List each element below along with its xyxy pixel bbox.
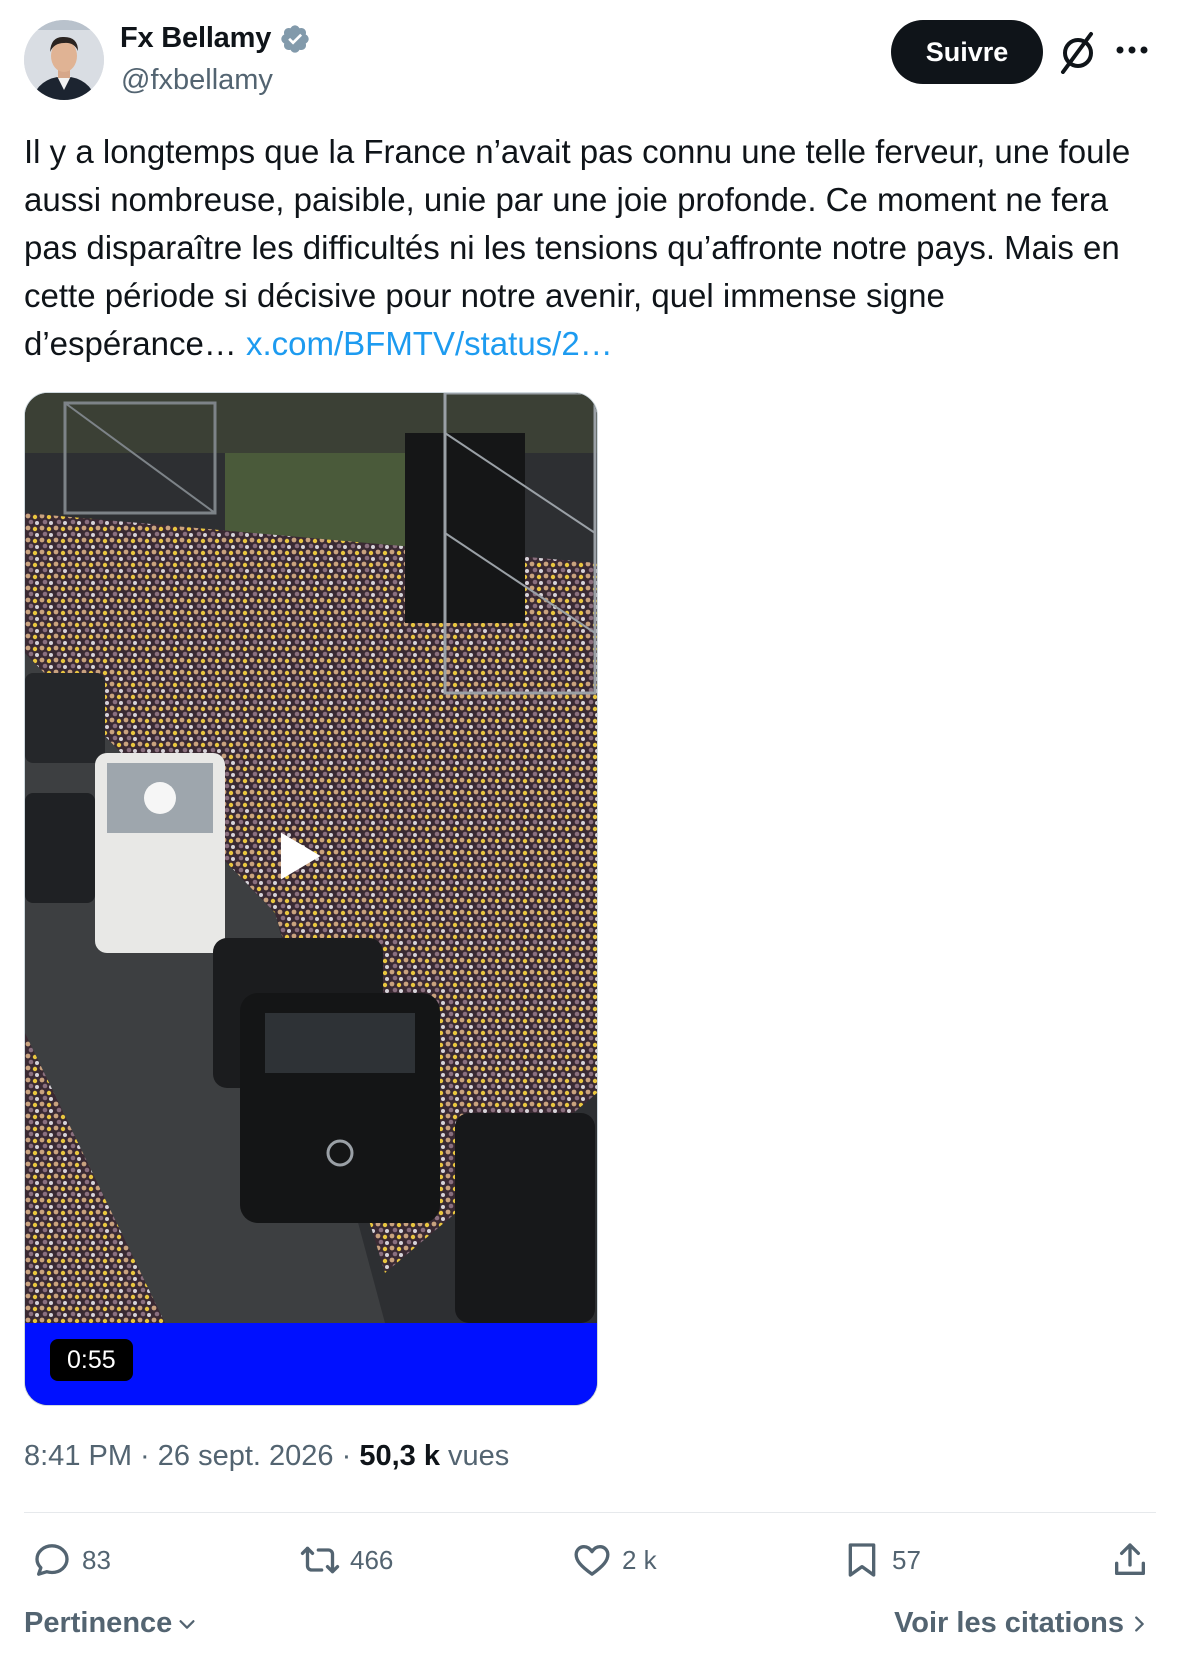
author-name-row[interactable]: Fx Bellamy — [120, 22, 311, 55]
like-count: 2 k — [622, 1544, 657, 1575]
bookmark-icon — [848, 1543, 876, 1577]
share-button[interactable] — [1110, 1536, 1160, 1584]
grok-icon[interactable] — [1058, 30, 1098, 74]
tweet-time[interactable]: 8:41 PM — [24, 1440, 132, 1473]
tweet-date[interactable]: 26 sept. 2026 — [158, 1440, 334, 1473]
reply-button[interactable]: 83 — [32, 1536, 111, 1584]
repost-icon — [300, 1546, 340, 1574]
repost-button[interactable]: 466 — [300, 1536, 393, 1584]
divider — [24, 1512, 1156, 1513]
view-quotes-label: Voir les citations — [894, 1607, 1124, 1639]
author-display-name[interactable]: Fx Bellamy — [120, 22, 271, 55]
sort-label: Pertinence — [24, 1607, 173, 1639]
avatar[interactable] — [24, 20, 104, 100]
meta-separator: · — [132, 1440, 158, 1472]
tweet-text: Il y a longtemps que la France n’avait p… — [24, 128, 1154, 368]
follow-button[interactable]: Suivre — [891, 20, 1043, 84]
meta-separator: · — [333, 1440, 360, 1472]
like-button[interactable]: 2 k — [572, 1536, 657, 1584]
heart-icon — [574, 1545, 610, 1576]
share-icon — [1115, 1543, 1145, 1575]
more-options-icon[interactable] — [1115, 44, 1149, 56]
video-duration-badge: 0:55 — [50, 1339, 133, 1381]
view-quotes-link[interactable]: Voir les citations — [894, 1607, 1150, 1640]
play-icon[interactable] — [278, 831, 322, 881]
verified-badge-icon — [281, 24, 309, 53]
author-handle[interactable]: @fxbellamy — [121, 64, 273, 97]
chevron-right-icon — [1135, 1615, 1144, 1632]
tweet-meta: 8:41 PM · 26 sept. 2026 · 50,3 k vues — [24, 1440, 509, 1473]
views-label: vues — [439, 1440, 510, 1472]
video-player[interactable]: 0:55 — [24, 392, 598, 1406]
repost-count: 466 — [350, 1544, 394, 1575]
chevron-down-icon — [179, 1619, 195, 1629]
reply-count: 83 — [82, 1544, 111, 1575]
bookmark-count: 57 — [892, 1544, 921, 1575]
views-count: 50,3 k — [359, 1440, 440, 1472]
sort-dropdown[interactable]: Pertinence — [24, 1607, 198, 1640]
tweet-link[interactable]: x.com/BFMTV/status/2… — [246, 325, 613, 362]
reply-icon — [35, 1544, 69, 1576]
bookmark-button[interactable]: 57 — [842, 1536, 921, 1584]
